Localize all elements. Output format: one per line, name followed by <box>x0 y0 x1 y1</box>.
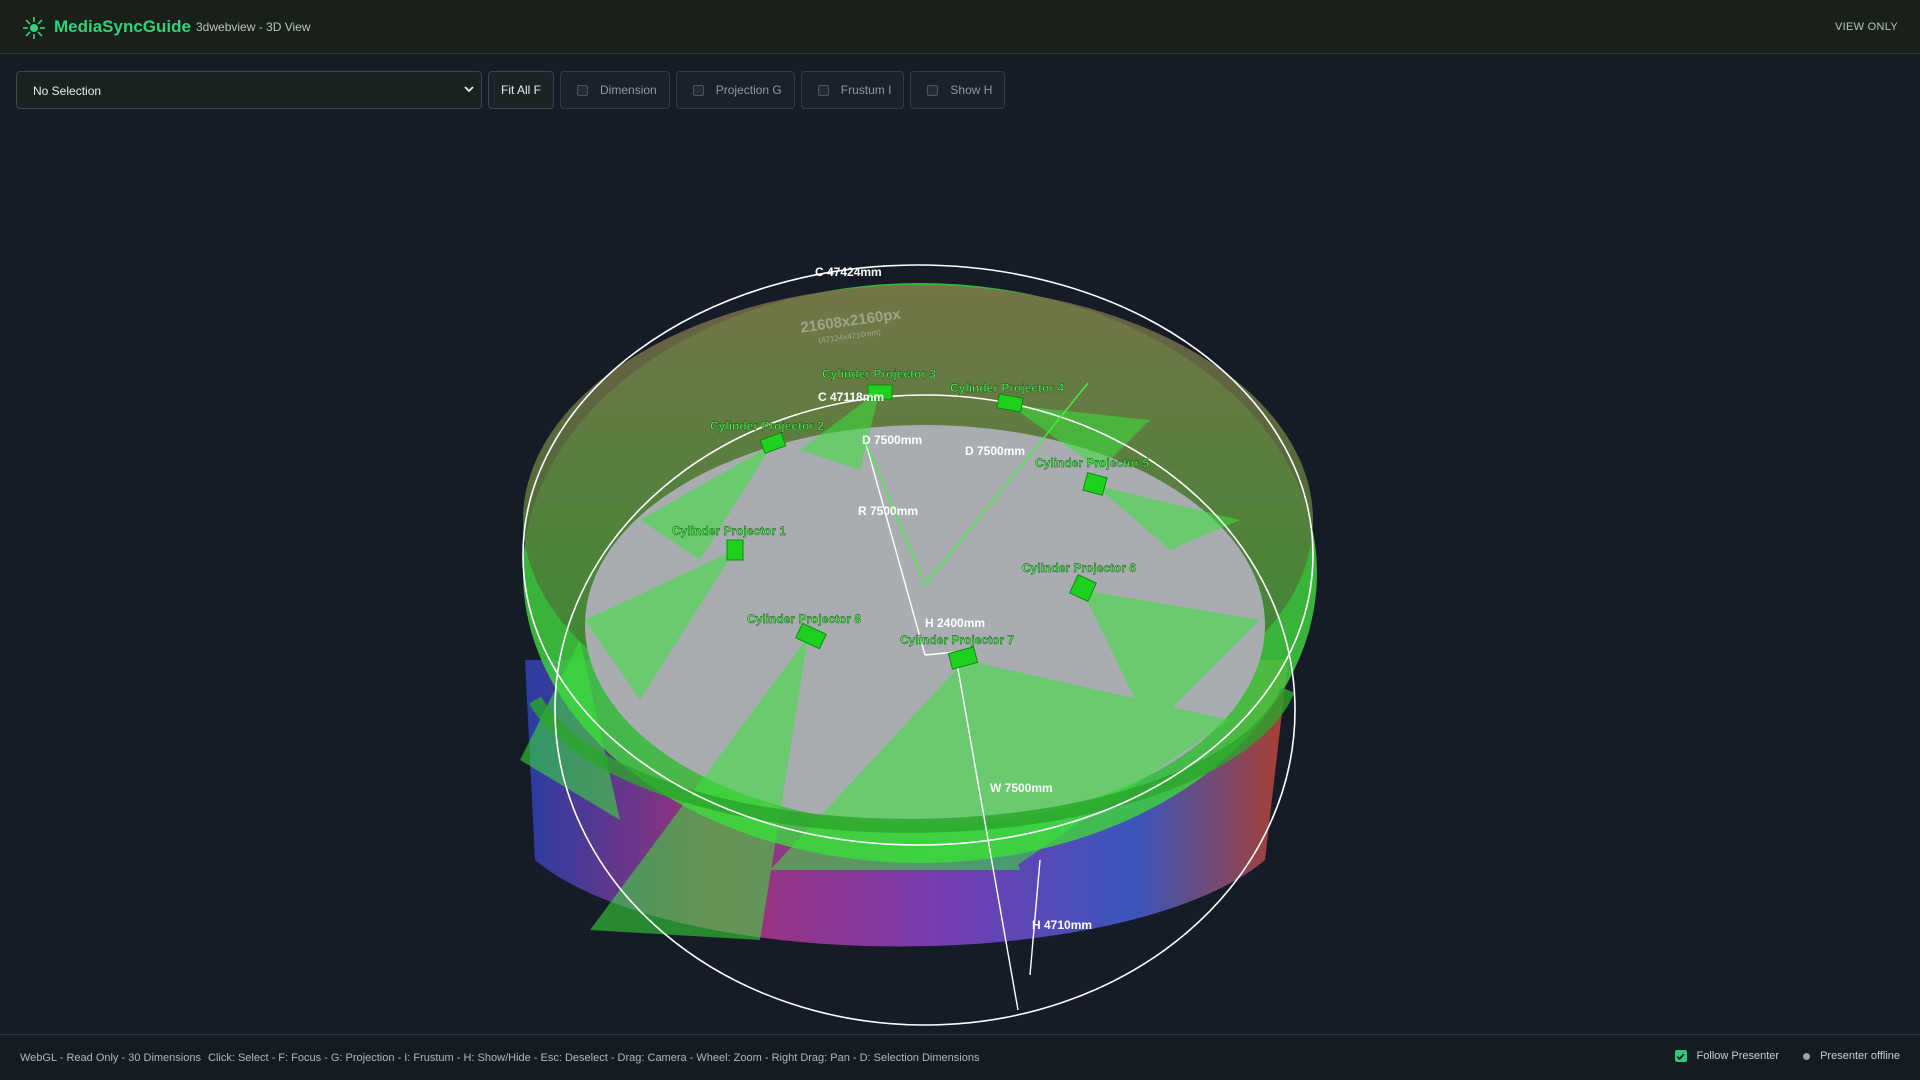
keyboard-help: Click: Select - F: Focus - G: Projection… <box>208 1052 980 1064</box>
outer-circumference-label: C 47424mm <box>815 265 882 279</box>
projector-label-2: Cylinder Projector 2 <box>710 419 824 433</box>
page-subtitle: 3dwebview - 3D View <box>196 20 311 34</box>
show-toggle-label: Show H <box>950 83 993 97</box>
show-checkbox[interactable] <box>927 84 939 96</box>
3d-viewport[interactable]: C 47424mm C 47118mm D 7500mm D 7500mm R … <box>0 120 1920 1033</box>
app-logo-icon <box>23 17 45 39</box>
frustum-toggle-label: Frustum I <box>840 83 892 97</box>
top-bar: MediaSyncGuide 3dwebview - 3D View VIEW … <box>0 0 1920 54</box>
view-only-badge: VIEW ONLY <box>1834 21 1898 33</box>
inner-circumference-label: C 47118mm <box>818 390 884 404</box>
chevron-down-icon <box>464 86 474 93</box>
projector-label-4: Cylinder Projector 4 <box>950 381 1064 395</box>
status-bar: WebGL - Read Only - 30 Dimensions Click:… <box>0 1034 1920 1080</box>
projector-label-3: Cylinder Projector 3 <box>822 367 936 381</box>
show-toggle[interactable]: Show H <box>910 71 1006 109</box>
render-info: WebGL - Read Only - 30 Dimensions <box>20 1052 201 1064</box>
selection-value: No Selection <box>33 84 102 98</box>
selection-dropdown[interactable]: No Selection <box>16 71 482 109</box>
dimension-checkbox[interactable] <box>577 84 589 96</box>
projection-toggle-label: Projection G <box>715 83 782 97</box>
presenter-status-dot <box>1803 1052 1811 1060</box>
screen-height-label: H 4710mm <box>1032 918 1092 932</box>
radius-label: R 7500mm <box>858 504 918 518</box>
projection-checkbox[interactable] <box>692 84 704 96</box>
projector-label-7: Cylinder Projector 7 <box>900 633 1014 647</box>
follow-presenter-checkbox[interactable] <box>1674 1050 1687 1062</box>
follow-presenter-label: Follow Presenter <box>1696 1050 1780 1062</box>
toolbar: No Selection Fit All F Dimension Project… <box>16 71 1006 109</box>
presenter-controls: Follow Presenter Presenter offline <box>1674 1050 1900 1062</box>
frustum-checkbox[interactable] <box>817 84 829 96</box>
dimension-toggle[interactable]: Dimension <box>560 71 670 109</box>
distance-b-label: D 7500mm <box>965 444 1025 458</box>
projector-label-5: Cylinder Projector 5 <box>1035 456 1149 470</box>
width-label: W 7500mm <box>990 781 1053 795</box>
projection-toggle[interactable]: Projection G <box>675 71 795 109</box>
dimension-toggle-label: Dimension <box>600 83 657 97</box>
app-title: MediaSyncGuide <box>54 17 191 36</box>
distance-a-label: D 7500mm <box>862 433 922 447</box>
projector-label-1: Cylinder Projector 1 <box>672 524 786 538</box>
presenter-status: Presenter offline <box>1820 1050 1900 1062</box>
frustum-toggle[interactable]: Frustum I <box>800 71 905 109</box>
projector-height-label: H 2400mm <box>925 616 985 630</box>
check-icon <box>1676 1053 1685 1060</box>
fit-all-button[interactable]: Fit All F <box>488 71 555 109</box>
projector-label-6: Cylinder Projector 6 <box>1022 561 1136 575</box>
projector-label-8: Cylinder Projector 8 <box>747 612 861 626</box>
